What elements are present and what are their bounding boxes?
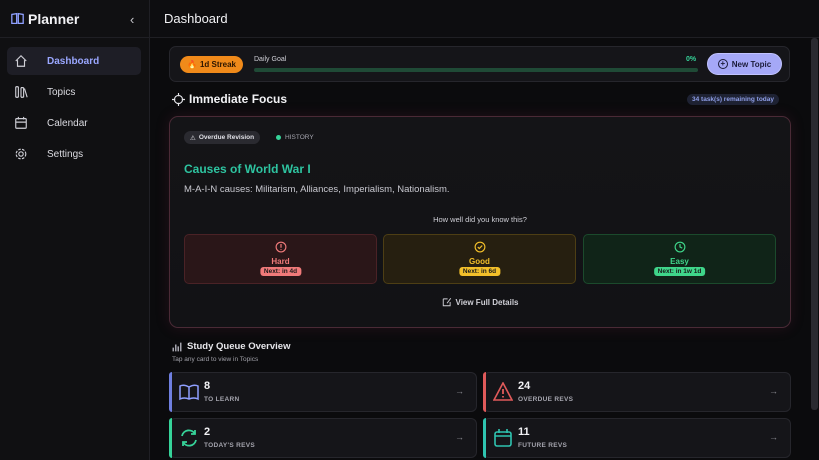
queue-label: OVERDUE REVS [518, 396, 574, 403]
collapse-sidebar-icon[interactable]: ‹ [130, 12, 134, 27]
queue-label: FUTURE REVS [518, 442, 568, 449]
card-accent-bar [483, 418, 486, 458]
calendar-icon [15, 116, 27, 129]
study-queue-label: Study Queue Overview [187, 341, 291, 352]
rate-good-label: Good [469, 257, 490, 266]
open-book-icon [179, 384, 199, 401]
brand: Planner ‹ [0, 0, 149, 38]
arrow-right-icon: → [769, 386, 778, 396]
clock-icon [674, 241, 686, 253]
sidebar-item-label: Topics [47, 86, 76, 98]
streak-goal-bar: 🔥 1d Streak Daily Goal 0% + New Topic [169, 46, 790, 82]
new-topic-button[interactable]: + New Topic [707, 53, 782, 75]
focus-card: ⚠ Overdue Revision HISTORY Causes of Wor… [169, 116, 791, 328]
overdue-revision-badge: ⚠ Overdue Revision [184, 131, 261, 144]
arrow-right-icon: → [455, 386, 464, 396]
rate-good-next: Next: in 6d [458, 267, 501, 276]
plus-icon: + [717, 59, 728, 69]
bar-chart-icon [172, 342, 182, 351]
immediate-focus-title: Immediate Focus [172, 92, 287, 106]
sidebar-item-settings[interactable]: Settings [7, 140, 141, 168]
topic-title[interactable]: Causes of World War I [184, 162, 311, 176]
streak-label: 1d Streak [199, 60, 236, 69]
queue-card-todays-revs[interactable]: 2 TODAY'S REVS → [169, 418, 477, 458]
main-content: 🔥 1d Streak Daily Goal 0% + New Topic Im… [150, 38, 810, 460]
rating-prompt: How well did you know this? [433, 215, 527, 224]
study-queue-title: Study Queue Overview [172, 341, 290, 352]
rate-good-button[interactable]: Good Next: in 6d [383, 234, 576, 284]
sidebar-item-calendar[interactable]: Calendar [7, 109, 141, 137]
rate-hard-button[interactable]: Hard Next: in 4d [184, 234, 377, 284]
immediate-focus-label: Immediate Focus [189, 92, 288, 106]
history-dot [276, 135, 281, 140]
calendar-icon [494, 429, 512, 447]
rate-easy-label: Easy [670, 257, 689, 266]
queue-card-to-learn[interactable]: 8 TO LEARN → [169, 372, 477, 412]
arrow-right-icon: → [769, 432, 778, 442]
gear-icon [15, 148, 27, 160]
edit-icon [442, 297, 451, 307]
home-icon [15, 54, 27, 67]
queue-count: 8 [204, 380, 211, 392]
warning-icon [493, 382, 513, 401]
view-full-details-button[interactable]: View Full Details [170, 297, 790, 307]
streak-badge: 🔥 1d Streak [180, 56, 243, 73]
sidebar-item-topics[interactable]: Topics [7, 78, 141, 106]
daily-goal-label: Daily Goal [254, 56, 287, 63]
flame-icon: 🔥 [187, 60, 197, 69]
study-queue-subtitle: Tap any card to view in Topics [172, 356, 259, 363]
tasks-remaining-badge: 34 task(s) remaining today [687, 94, 779, 105]
history-label: HISTORY [285, 134, 314, 141]
card-accent-bar [483, 372, 486, 412]
topic-description: M-A-I-N causes: Militarism, Alliances, I… [184, 184, 450, 195]
queue-label: TODAY'S REVS [204, 442, 256, 449]
arrow-right-icon: → [455, 432, 464, 442]
scrollbar[interactable] [811, 38, 818, 410]
queue-count: 24 [518, 380, 531, 392]
books-icon [15, 86, 28, 98]
queue-card-overdue[interactable]: 24 OVERDUE REVS → [483, 372, 791, 412]
app-title: Planner [28, 10, 80, 27]
sidebar: Planner ‹ Dashboard Topics Calendar Sett… [0, 0, 150, 460]
alert-circle-icon [275, 241, 287, 253]
queue-card-future-revs[interactable]: 11 FUTURE REVS → [483, 418, 791, 458]
overdue-revision-label: Overdue Revision [198, 134, 255, 141]
refresh-icon [181, 429, 197, 447]
sidebar-item-label: Dashboard [47, 55, 100, 67]
history-link[interactable]: HISTORY [276, 134, 314, 141]
page-title: Dashboard [164, 11, 228, 26]
queue-count: 11 [518, 426, 530, 438]
card-accent-bar [169, 372, 172, 412]
queue-count: 2 [204, 426, 211, 438]
rate-easy-button[interactable]: Easy Next: in 1w 1d [583, 234, 776, 284]
daily-goal-percent: 0% [686, 56, 697, 63]
rate-hard-next: Next: in 4d [259, 267, 302, 276]
top-header: Dashboard [150, 0, 819, 38]
daily-goal-progress [254, 68, 698, 72]
check-circle-icon [474, 241, 486, 253]
view-full-details-label: View Full Details [455, 297, 519, 307]
new-topic-label: New Topic [731, 59, 772, 69]
card-accent-bar [169, 418, 172, 458]
sidebar-item-dashboard[interactable]: Dashboard [7, 47, 141, 75]
crosshair-icon [172, 92, 185, 106]
sidebar-item-label: Settings [47, 148, 84, 160]
rate-hard-label: Hard [271, 257, 290, 266]
sidebar-item-label: Calendar [47, 117, 88, 129]
sidebar-nav: Dashboard Topics Calendar Settings [0, 38, 149, 168]
warning-icon: ⚠ [190, 134, 196, 142]
rate-easy-next: Next: in 1w 1d [653, 267, 706, 276]
queue-label: TO LEARN [204, 396, 240, 403]
book-logo-icon [11, 12, 24, 25]
